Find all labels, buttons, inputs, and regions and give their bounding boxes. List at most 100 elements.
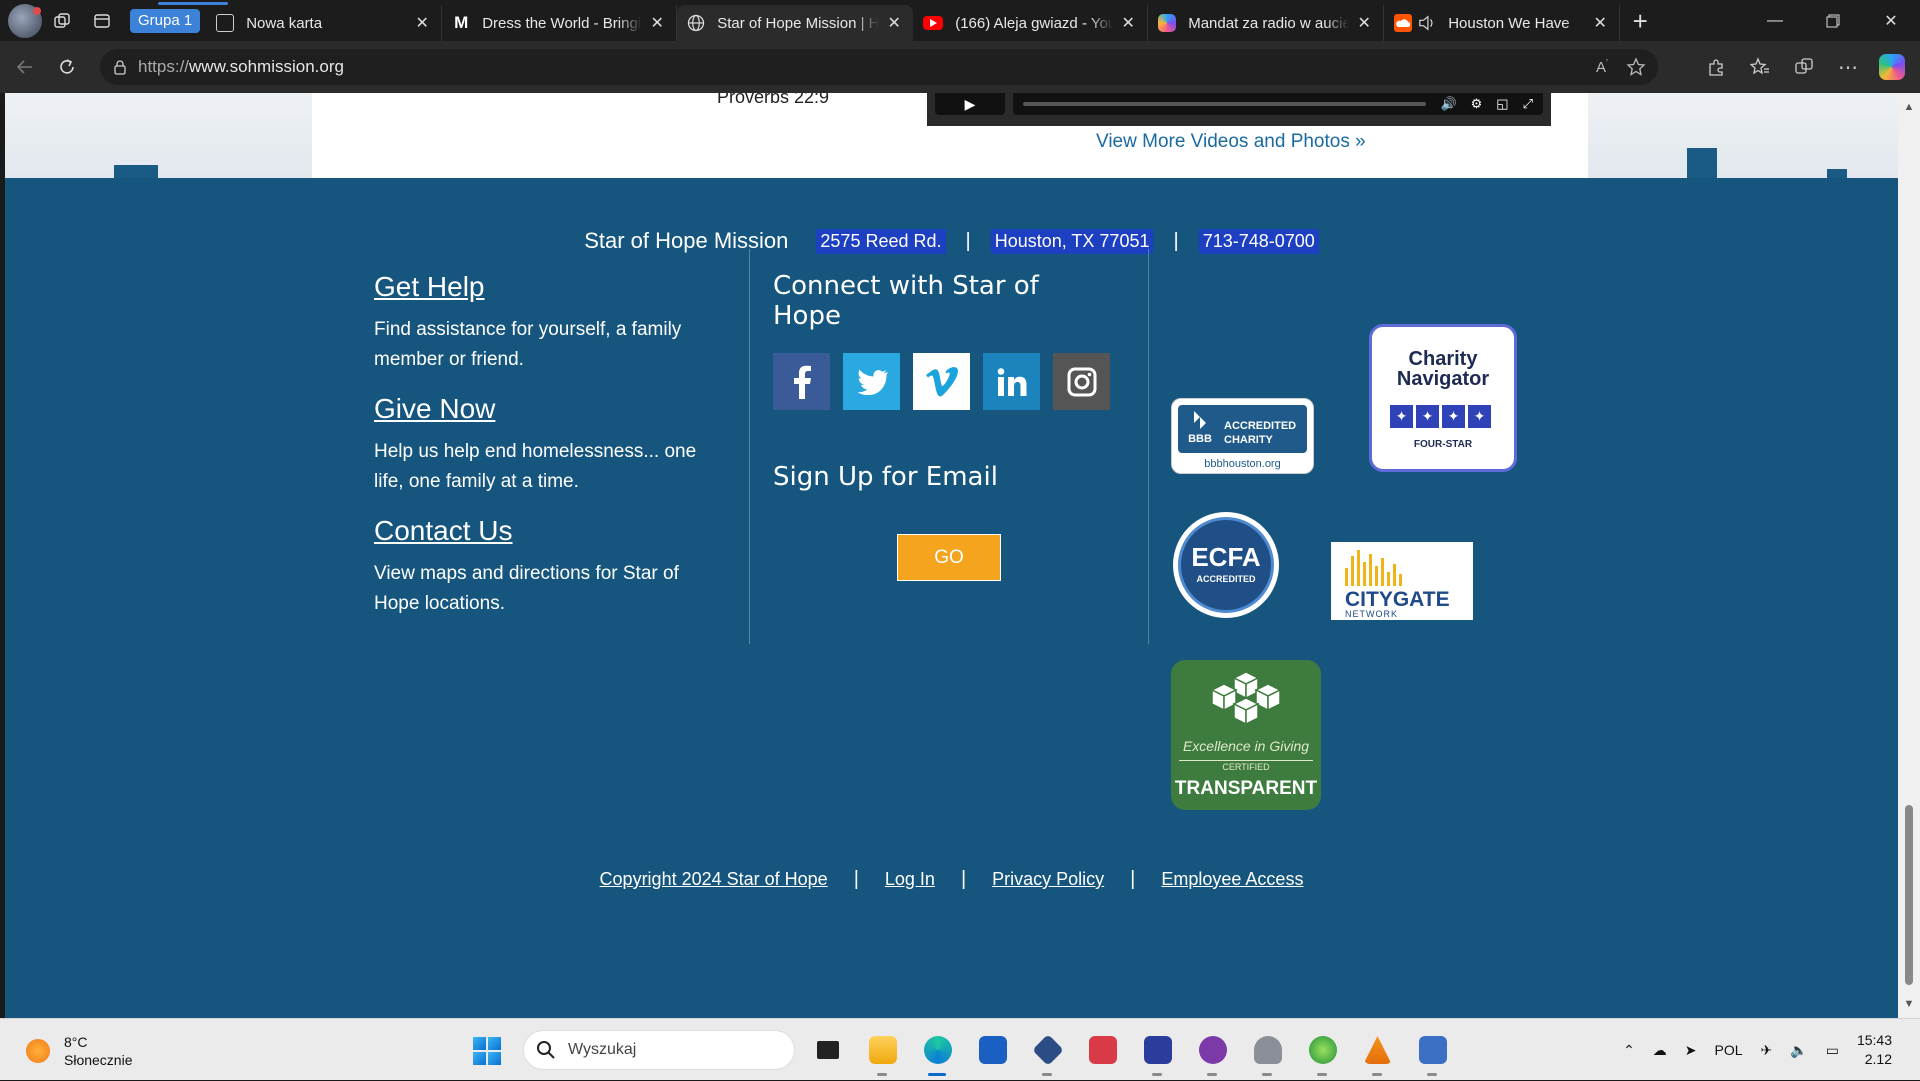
media-app-icon[interactable] — [1075, 1030, 1130, 1070]
more-videos-link[interactable]: View More Videos and Photos » — [1096, 131, 1366, 153]
weather-temp: 8°C — [64, 1034, 88, 1050]
browser-tab[interactable]: Houston We Have ✕ — [1384, 5, 1621, 41]
favorite-star-icon[interactable] — [1626, 57, 1646, 77]
refresh-icon[interactable] — [46, 49, 88, 85]
file-explorer-icon[interactable] — [855, 1030, 910, 1076]
vimeo-icon[interactable] — [913, 353, 970, 410]
restore-icon[interactable] — [1804, 0, 1862, 41]
network-app-icon[interactable] — [1240, 1030, 1295, 1076]
charity-navigator-badge[interactable]: Charity Navigator ✦ ✦ ✦ ✦ FOUR-STAR — [1369, 324, 1517, 472]
facebook-icon[interactable] — [773, 353, 830, 410]
employee-access-link[interactable]: Employee Access — [1161, 869, 1303, 890]
video-controls: 🔊 ⚙ ◱ ⤢ — [1013, 93, 1543, 115]
phone-number[interactable]: 713-748-0700 — [1198, 228, 1319, 254]
task-view-icon[interactable] — [800, 1030, 855, 1070]
video-player[interactable]: ▶ 🔊 ⚙ ◱ ⤢ — [927, 93, 1551, 126]
browser-tab-active[interactable]: Star of Hope Mission | Houston ✕ — [677, 5, 914, 41]
start-button-icon[interactable] — [473, 1037, 501, 1065]
save-app-icon[interactable] — [1130, 1030, 1185, 1076]
close-tab-icon[interactable]: ✕ — [885, 13, 903, 33]
weather-widget[interactable]: 8°C Słonecznie — [26, 1033, 133, 1069]
profile-avatar[interactable] — [8, 3, 42, 38]
volume-icon[interactable]: 🔊 — [1440, 96, 1456, 112]
virtualbox-icon[interactable] — [1020, 1030, 1075, 1076]
contact-us-link[interactable]: Contact Us — [374, 515, 734, 547]
tab-title: Star of Hope Mission | Houston — [717, 14, 880, 32]
play-button[interactable]: ▶ — [935, 93, 1005, 115]
address-bar-actions: Aʼ — [1596, 49, 1646, 85]
close-tab-icon[interactable]: ✕ — [1591, 13, 1609, 33]
minimize-icon[interactable]: — — [1746, 0, 1804, 41]
citygate-sub: NETWORK — [1345, 609, 1398, 619]
get-help-link[interactable]: Get Help — [374, 271, 734, 303]
ecfa-accredited-badge[interactable]: ECFA ACCREDITED — [1173, 512, 1279, 618]
close-tab-icon[interactable]: ✕ — [413, 13, 431, 33]
copilot-icon[interactable] — [1870, 49, 1914, 85]
extensions-icon[interactable] — [1694, 49, 1738, 85]
window-controls: — ✕ — [1746, 0, 1920, 41]
copyright-link[interactable]: Copyright 2024 Star of Hope — [600, 869, 828, 890]
new-tab-button[interactable]: + — [1620, 5, 1660, 37]
fullscreen-icon[interactable]: ⤢ — [1523, 96, 1533, 112]
transparent-certified-badge[interactable]: Excellence in Giving CERTIFIED TRANSPARE… — [1171, 660, 1321, 810]
login-link[interactable]: Log In — [885, 869, 935, 890]
separator: | — [1130, 868, 1136, 890]
favorites-icon[interactable] — [1738, 49, 1782, 85]
podcast-app-icon[interactable] — [1185, 1030, 1240, 1076]
read-aloud-icon[interactable]: Aʼ — [1596, 58, 1608, 76]
privacy-policy-link[interactable]: Privacy Policy — [992, 869, 1104, 890]
connect-heading: Connect with Star of Hope — [773, 271, 1039, 331]
skyline-image-right — [1588, 93, 1898, 178]
clock[interactable]: 15:43 2.12 — [1857, 1031, 1892, 1069]
settings-icon[interactable]: ⚙ — [1471, 96, 1483, 112]
chevron-up-icon[interactable]: ⌃ — [1623, 1042, 1635, 1059]
lock-icon[interactable] — [112, 59, 128, 75]
language-indicator[interactable]: POL — [1715, 1042, 1743, 1058]
onedrive-icon[interactable]: ☁ — [1653, 1042, 1667, 1059]
bbb-accredited-badge[interactable]: BBB ACCREDITED CHARITY bbbhouston.org — [1171, 398, 1314, 474]
more-menu-icon[interactable]: ⋯ — [1826, 49, 1870, 85]
back-icon[interactable] — [4, 49, 46, 85]
edge-browser-icon[interactable] — [910, 1030, 965, 1076]
speaker-icon[interactable] — [1418, 14, 1436, 32]
scrollbar-thumb[interactable] — [1905, 805, 1913, 985]
vlc-icon[interactable] — [1350, 1030, 1405, 1076]
remote-desktop-icon[interactable] — [1405, 1030, 1460, 1076]
close-window-icon[interactable]: ✕ — [1862, 0, 1920, 41]
close-tab-icon[interactable]: ✕ — [648, 13, 666, 33]
network-icon[interactable]: ✈ — [1761, 1042, 1773, 1059]
page-scrollbar[interactable]: ▲ ▼ — [1898, 93, 1920, 1018]
linkedin-icon[interactable] — [983, 353, 1040, 410]
taskbar-search[interactable]: Wyszukaj — [523, 1030, 795, 1070]
collections-icon[interactable] — [1782, 49, 1826, 85]
browser-tab[interactable]: Mandat za radio w aucie ✕ — [1148, 5, 1385, 41]
location-icon[interactable]: ➤ — [1685, 1042, 1697, 1059]
give-now-link[interactable]: Give Now — [374, 393, 734, 425]
close-tab-icon[interactable]: ✕ — [1119, 13, 1137, 33]
browser-tab[interactable]: M Dress the World - Bringing ✕ — [442, 5, 678, 41]
battery-icon[interactable]: ▭ — [1826, 1042, 1839, 1059]
tab-group-chip[interactable]: Grupa 1 — [130, 8, 201, 33]
volume-icon[interactable]: 🔈 — [1790, 1042, 1807, 1059]
star-icon: ✦ — [1390, 405, 1413, 428]
tab-actions-icon[interactable] — [82, 5, 122, 37]
twitter-icon[interactable] — [843, 353, 900, 410]
globe-app-icon[interactable] — [1295, 1030, 1350, 1076]
workspaces-icon[interactable] — [42, 5, 82, 37]
star-icon: ✦ — [1442, 405, 1465, 428]
browser-tab[interactable]: Nowa karta ✕ — [206, 5, 443, 41]
address-bar[interactable]: https://www.sohmission.org Aʼ — [100, 49, 1658, 85]
scripture-reference: Proverbs 22:9 — [717, 93, 830, 107]
instagram-icon[interactable] — [1053, 353, 1110, 410]
browser-tab[interactable]: (166) Aleja gwiazd - YouTube ✕ — [913, 5, 1149, 41]
url-text[interactable]: https://www.sohmission.org — [138, 57, 344, 77]
go-button[interactable]: GO — [897, 534, 1001, 581]
scroll-down-icon[interactable]: ▼ — [1903, 998, 1915, 1010]
microsoft-store-icon[interactable] — [965, 1030, 1020, 1070]
citygate-network-badge[interactable]: CITYGATE NETWORK — [1331, 542, 1473, 620]
close-tab-icon[interactable]: ✕ — [1355, 13, 1373, 33]
scroll-up-icon[interactable]: ▲ — [1903, 101, 1915, 113]
video-progress-track[interactable] — [1023, 102, 1427, 106]
star-icon: ✦ — [1468, 405, 1491, 428]
pip-icon[interactable]: ◱ — [1496, 96, 1508, 112]
